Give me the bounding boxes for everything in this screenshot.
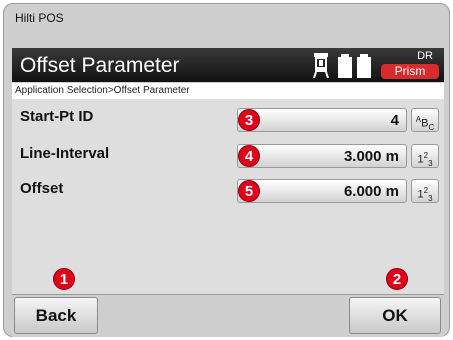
offset-label: Offset xyxy=(20,180,64,197)
measure-mode-label: DR xyxy=(417,50,433,62)
callout-badge-4: 4 xyxy=(238,145,260,167)
target-type-badge: Prism xyxy=(381,64,439,79)
back-button[interactable]: Back xyxy=(14,297,98,334)
start-pt-id-field[interactable]: 4 xyxy=(237,108,407,132)
breadcrumb: Application Selection>Offset Parameter xyxy=(12,83,444,99)
page-title: Offset Parameter xyxy=(20,54,180,77)
line-interval-label: Line-Interval xyxy=(20,145,110,162)
title-bar: Offset Parameter DR Prism xyxy=(12,48,444,82)
alpha-input-icon[interactable]: ABC xyxy=(411,108,439,132)
target-status: DR Prism xyxy=(379,50,441,80)
app-title: Hilti POS xyxy=(15,11,64,25)
numeric-input-icon[interactable]: 123 xyxy=(411,179,439,203)
line-interval-field[interactable]: 3.000 m xyxy=(237,144,407,168)
callout-badge-3: 3 xyxy=(238,109,260,131)
ok-button[interactable]: OK xyxy=(349,297,441,334)
device-screen: Hilti POS Offset Parameter DR Prism Appl… xyxy=(3,3,450,337)
callout-badge-5: 5 xyxy=(238,180,260,202)
offset-field[interactable]: 6.000 m xyxy=(237,179,407,203)
soft-key-bar: Back OK xyxy=(12,294,444,337)
numeric-input-icon[interactable]: 123 xyxy=(411,144,439,168)
start-pt-id-label: Start-Pt ID xyxy=(20,108,94,125)
parameter-form: Start-Pt ID 4 ABC 3 Line-Interval 3.000 … xyxy=(12,99,444,294)
battery-icon xyxy=(338,54,371,78)
callout-badge-1: 1 xyxy=(53,268,75,290)
total-station-icon xyxy=(313,53,329,78)
callout-badge-2: 2 xyxy=(386,268,408,290)
